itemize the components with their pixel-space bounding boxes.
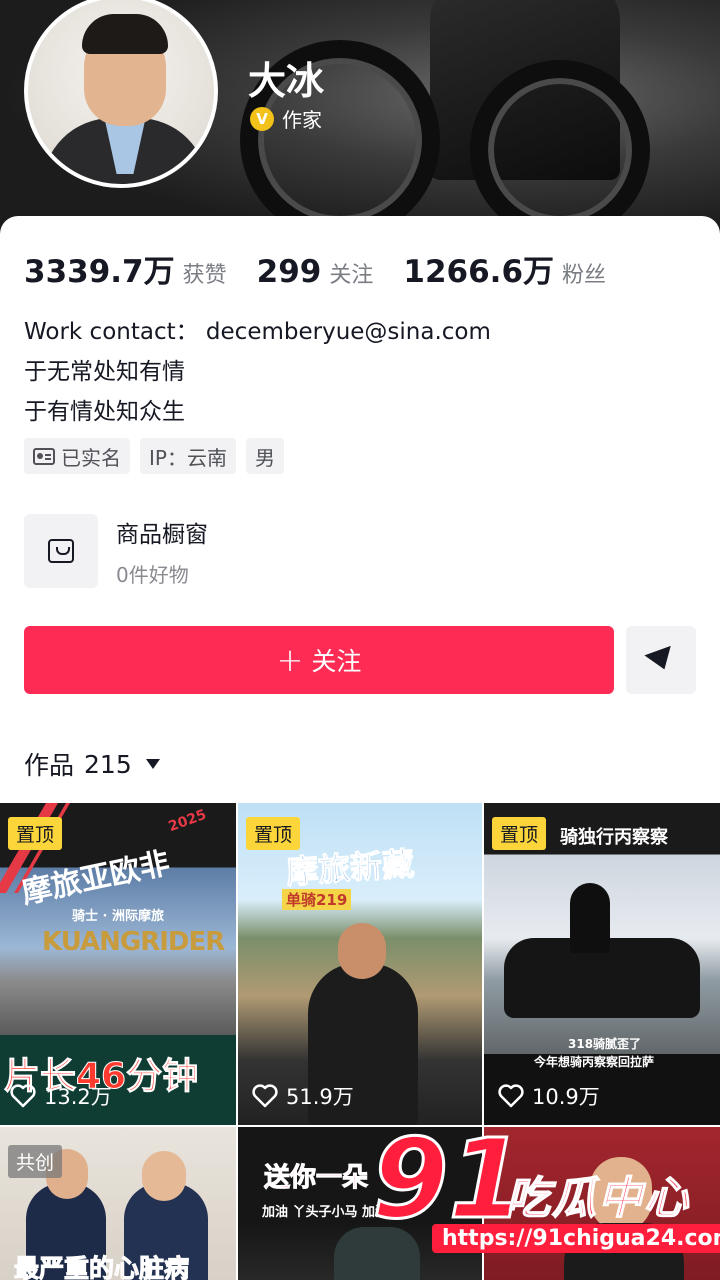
cocreate-badge: 共创: [8, 1145, 63, 1178]
likes-count: 10.9万: [532, 1085, 600, 1109]
banner-wheel: [470, 60, 650, 240]
pinned-badge: 置顶: [492, 817, 547, 850]
tag-label: 已实名: [61, 445, 121, 470]
tile-caption: 318骑腻歪了: [568, 1037, 642, 1051]
shop-title: 商品橱窗: [116, 521, 208, 548]
stats-row: 3339.7万 获赞 299 关注 1266.6万 粉丝: [24, 246, 636, 291]
bio: Work contact： decemberyue@sina.com 于无常处知…: [24, 312, 491, 432]
heart-icon: [252, 1084, 278, 1108]
stat-value: 1266.6万: [403, 254, 555, 290]
send-icon: [644, 645, 678, 675]
id-card-icon: [33, 447, 55, 465]
tag-label: IP：云南: [149, 445, 227, 470]
tile-brand: 骑士 · 洲际摩旅: [72, 909, 164, 924]
works-tab[interactable]: 作品 215: [24, 746, 160, 782]
stat-value: 299: [256, 254, 322, 290]
watermark-text: 吃瓜中心: [505, 1172, 690, 1225]
stat-likes: 3339.7万 获赞: [24, 246, 227, 291]
watermark-number: 91: [370, 1115, 526, 1243]
tile-subtitle: KUANGRIDER: [42, 927, 225, 957]
verified-badge-icon: V: [250, 106, 274, 131]
site-watermark: 91 吃瓜中心 https://91chigua24.com: [370, 1115, 720, 1274]
tile-title: 摩旅新藏: [284, 844, 416, 892]
video-tile[interactable]: 最严重的心脏病 共创: [0, 1127, 236, 1280]
heart-icon: [10, 1084, 36, 1108]
tile-likes: 13.2万: [10, 1081, 112, 1111]
works-label: 作品: [24, 751, 75, 780]
tile-caption: 加油 丫头子小马 加油: [262, 1205, 389, 1220]
shop-window[interactable]: 商品橱窗 0件好物: [24, 514, 208, 588]
tile-year: 2025: [166, 806, 209, 836]
stat-following[interactable]: 299 关注: [257, 254, 374, 290]
shop-subtitle: 0件好物: [116, 562, 189, 587]
video-tile[interactable]: 2025 摩旅亚欧非 骑士 · 洲际摩旅 KUANGRIDER 片长46分钟 置…: [0, 803, 236, 1125]
follow-label: 关注: [311, 647, 362, 676]
avatar[interactable]: [24, 0, 218, 188]
stat-label: 获赞: [182, 263, 227, 288]
tile-caption: 今年想骑丙察察回拉萨: [534, 1055, 655, 1069]
tile-likes: 51.9万: [252, 1081, 354, 1111]
stat-label: 粉丝: [562, 263, 607, 288]
tile-title: 骑独行丙察察: [560, 827, 668, 848]
likes-count: 13.2万: [44, 1085, 112, 1109]
plus-icon: +: [276, 641, 304, 679]
tag-gender: 男: [245, 438, 284, 474]
send-message-button[interactable]: [626, 626, 696, 694]
verify-title: 作家: [282, 108, 322, 132]
profile-tags: 已实名 IP：云南 男: [24, 438, 284, 474]
verify-row: V 作家: [250, 104, 322, 133]
tile-subtitle: 单骑219: [282, 889, 352, 910]
pinned-badge: 置顶: [246, 817, 301, 850]
bio-line: Work contact： decemberyue@sina.com: [24, 319, 491, 345]
follow-button[interactable]: + 关注: [24, 626, 614, 694]
bio-line: 于无常处知有情: [24, 359, 185, 385]
stat-label: 关注: [329, 263, 374, 288]
tile-caption: 最严重的心脏病: [13, 1254, 190, 1280]
tile-title: 送你一朵: [263, 1163, 369, 1194]
likes-count: 51.9万: [286, 1085, 354, 1109]
stat-value: 3339.7万: [24, 254, 175, 290]
tag-verified: 已实名: [24, 438, 130, 474]
tag-label: 男: [254, 445, 275, 470]
bio-line: 于有情处知众生: [24, 399, 185, 425]
chevron-down-icon: [145, 759, 160, 769]
shopping-bag-icon: [48, 539, 74, 563]
stat-followers[interactable]: 1266.6万 粉丝: [403, 246, 606, 291]
pinned-badge: 置顶: [8, 817, 63, 850]
tile-likes: 10.9万: [498, 1081, 600, 1111]
profile-card: 3339.7万 获赞 299 关注 1266.6万 粉丝 Work contac…: [0, 216, 720, 1280]
video-tile[interactable]: 骑独行丙察察 318骑腻歪了 今年想骑丙察察回拉萨 置顶 10.9万: [484, 803, 720, 1125]
nickname: 大冰: [248, 59, 325, 103]
works-count: 215: [84, 749, 132, 779]
heart-icon: [498, 1084, 524, 1108]
video-tile[interactable]: 摩旅新藏 单骑219 置顶 51.9万: [238, 803, 482, 1125]
watermark-url: https://91chigua24.com: [432, 1224, 720, 1253]
shop-icon-box: [24, 514, 98, 588]
tag-ip: IP：云南: [140, 438, 236, 474]
